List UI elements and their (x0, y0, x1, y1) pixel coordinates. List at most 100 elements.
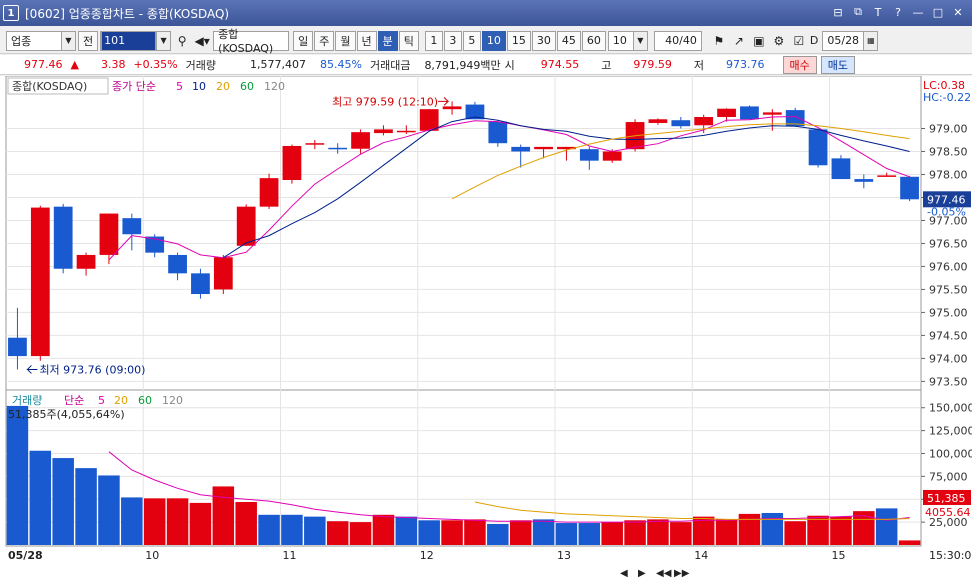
gear-icon[interactable]: ⚙ (770, 31, 788, 51)
font-icon[interactable]: T (870, 4, 886, 20)
period-button[interactable]: 일 (293, 30, 314, 51)
volume-bar (372, 514, 395, 545)
volume-bar (464, 519, 486, 545)
link-icon[interactable]: ⊟ (830, 4, 846, 20)
candle-body (534, 146, 553, 150)
time-axis-label: 11 (283, 549, 297, 562)
candle-body (99, 213, 119, 255)
count-suffix: /40 (679, 34, 697, 47)
candle-body (854, 179, 874, 182)
volume-bar (578, 523, 601, 545)
count-field[interactable]: 40/40 (653, 30, 702, 51)
volume-bar (830, 516, 852, 545)
window-title: [0602] 업종종합차트 - 종합(KOSDAQ) (25, 6, 230, 21)
time-axis-label: 12 (420, 549, 434, 562)
price-axis-label: 976.00 (929, 260, 968, 273)
interval-button[interactable]: 15 (506, 30, 531, 51)
volume-bar (418, 520, 440, 545)
scroll-button[interactable]: ▶▶ (674, 568, 690, 579)
code-input[interactable]: 101 (101, 30, 157, 51)
candle-body (579, 149, 599, 161)
interval-button[interactable]: 60 (581, 30, 606, 51)
candle-body (8, 337, 27, 357)
period-button[interactable]: 분 (377, 30, 398, 51)
window-number: 1 (3, 5, 19, 21)
all-button[interactable]: 전 (78, 30, 99, 51)
price-change: 3.38 (100, 58, 126, 71)
period-button[interactable]: 틱 (398, 30, 419, 51)
volume-bar (715, 519, 738, 545)
volume-bar (52, 458, 74, 545)
interval-combo[interactable]: 10 ▼ (607, 30, 648, 51)
interval-button[interactable]: 10 (481, 30, 506, 51)
volume-bar (761, 512, 784, 545)
scroll-button[interactable]: ◀◀ (656, 568, 672, 579)
up-arrow-icon: ▲ (70, 58, 79, 71)
volume-bar (98, 475, 120, 545)
scroll-button[interactable]: ◀ (620, 568, 628, 579)
date-field[interactable]: 05/28 ▦ (822, 30, 879, 51)
copy-icon[interactable]: ⧉ (850, 4, 866, 20)
price-ma-period: 60 (240, 80, 254, 93)
price-chart[interactable]: 979.00978.50978.00977.50977.00976.50976.… (0, 76, 972, 579)
price-axis-label: 978.00 (929, 168, 968, 181)
help-icon[interactable]: ? (890, 4, 906, 20)
volume-bar (326, 521, 349, 545)
volume-ma-label: 단순 (64, 394, 84, 407)
price-change-pct: +0.35% (133, 58, 178, 71)
close-icon[interactable]: ✕ (950, 4, 966, 20)
market-select[interactable]: 업종 ▼ (6, 30, 76, 51)
time-axis-label: 14 (694, 549, 708, 562)
candle-body (305, 143, 325, 145)
save-icon[interactable]: ▣ (750, 31, 768, 51)
candle-body (396, 130, 416, 133)
price-ma-period: 120 (264, 80, 285, 93)
period-button[interactable]: 년 (356, 30, 377, 51)
volume-ma-tag: 4055.64 (925, 506, 971, 519)
candle-body (740, 106, 759, 120)
interval-button[interactable]: 5 (462, 30, 481, 51)
volume-bar (189, 502, 212, 545)
interval-button[interactable]: 45 (556, 30, 581, 51)
candle-body (213, 257, 233, 290)
period-button[interactable]: 주 (314, 30, 335, 51)
volume-bar (807, 515, 829, 545)
time-axis-right-label: 15:30:00 (929, 549, 972, 562)
volume-bar (738, 513, 761, 545)
volume-axis-label: 75,000 (929, 470, 968, 483)
interval-button[interactable]: 3 (443, 30, 462, 51)
period-button[interactable]: 월 (335, 30, 356, 51)
scroll-button[interactable]: ▶ (638, 568, 646, 579)
interval-button[interactable]: 30 (531, 30, 556, 51)
candle-body (30, 207, 50, 357)
sell-button[interactable]: 매도 (820, 55, 856, 74)
interval-button[interactable]: 1 (424, 30, 443, 51)
minimize-icon[interactable]: — (910, 4, 926, 20)
time-axis-label: 15 (832, 549, 846, 562)
candle-body (282, 145, 302, 180)
draw-icon[interactable]: ↗ (730, 31, 748, 51)
volume-ma-period: 20 (114, 394, 128, 407)
time-axis-label: 10 (145, 549, 159, 562)
app-window: 1 [0602] 업종종합차트 - 종합(KOSDAQ) ⊟ ⧉ T ? — □… (0, 0, 972, 579)
hc-label: HC:-0.22 (923, 91, 971, 104)
sound-icon[interactable]: ◀▾ (193, 31, 211, 51)
volume-bar (395, 516, 418, 545)
price-axis-label: 975.50 (929, 283, 968, 296)
maximize-icon[interactable]: □ (930, 4, 946, 20)
code-combo[interactable]: 101 ▼ (100, 30, 172, 51)
candle-body (168, 254, 187, 274)
open-label: 시 (504, 58, 515, 72)
search-icon[interactable]: ⚲ (173, 31, 191, 51)
price-axis-label: 973.50 (929, 375, 968, 388)
buy-button[interactable]: 매수 (782, 55, 817, 74)
volume-bar (624, 520, 646, 545)
candle-body (419, 109, 439, 131)
volume-bar (349, 522, 372, 545)
candle-body (236, 206, 256, 246)
price-axis-label: 979.00 (929, 122, 968, 135)
time-axis-label: 13 (557, 549, 571, 562)
checkbox-icon[interactable]: ☑ (790, 31, 808, 51)
chart-tool-icon[interactable]: ⚑ (710, 31, 728, 51)
high-value: 979.59 (633, 58, 672, 71)
